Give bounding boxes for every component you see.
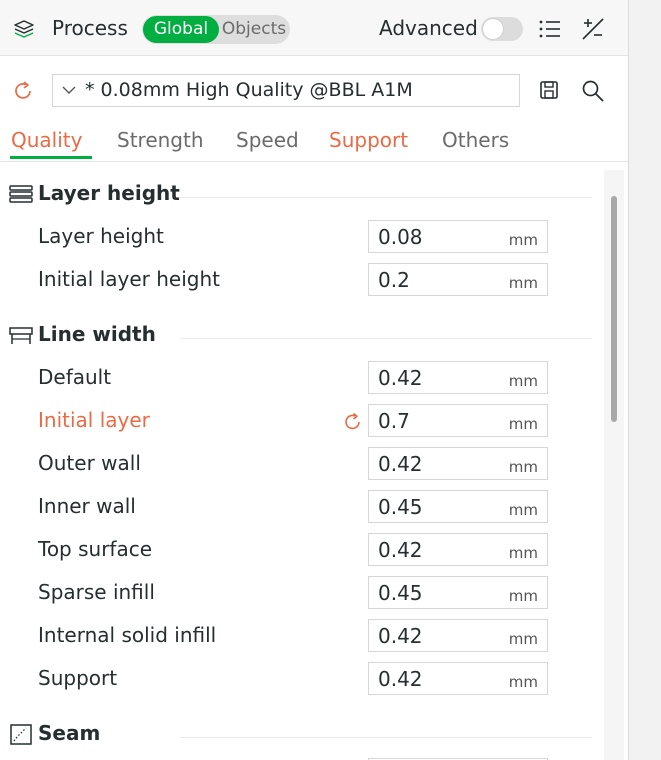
- tab-others[interactable]: Others: [442, 128, 509, 152]
- field-unit: mm: [508, 501, 538, 519]
- section-title: Seam: [38, 721, 101, 745]
- active-tab-indicator: [10, 156, 92, 159]
- scope-switch: Global Objects: [142, 15, 290, 44]
- field-value: 0.45: [378, 581, 423, 605]
- field-unit: mm: [508, 673, 538, 691]
- row-initial-layer-line-width: Initial layer 0.7 mm: [0, 404, 600, 438]
- process-layers-icon: [14, 20, 34, 38]
- field-value: 0.42: [378, 624, 423, 648]
- field-unit: mm: [508, 372, 538, 390]
- row-label: Top surface: [38, 537, 153, 561]
- row-support-line-width: Support 0.42 mm: [0, 662, 600, 696]
- section-line-width: Line width: [0, 318, 600, 352]
- field-value: 0.42: [378, 366, 423, 390]
- row-initial-layer-height: Initial layer height 0.2 mm: [0, 263, 600, 297]
- field-unit: mm: [508, 458, 538, 476]
- row-top-surface-line-width: Top surface 0.42 mm: [0, 533, 600, 567]
- row-label: Default: [38, 365, 112, 389]
- row-label: Layer height: [38, 224, 164, 248]
- row-layer-height: Layer height 0.08 mm: [0, 220, 600, 254]
- row-label: Inner wall: [38, 494, 136, 518]
- field-unit: mm: [508, 274, 538, 292]
- default-line-width-input[interactable]: 0.42 mm: [368, 361, 548, 394]
- initial-layer-line-width-input[interactable]: 0.7 mm: [368, 404, 548, 437]
- support-line-width-input[interactable]: 0.42 mm: [368, 662, 548, 695]
- row-label: Support: [38, 666, 118, 690]
- inner-wall-line-width-input[interactable]: 0.45 mm: [368, 490, 548, 523]
- compare-icon[interactable]: [580, 16, 606, 42]
- row-internal-solid-infill-line-width: Internal solid infill 0.42 mm: [0, 619, 600, 653]
- reset-icon[interactable]: [12, 80, 36, 102]
- right-panel-edge: [628, 0, 661, 760]
- advanced-toggle[interactable]: [481, 17, 523, 41]
- tab-speed[interactable]: Speed: [236, 128, 299, 152]
- chevron-down-icon: [62, 86, 76, 94]
- list-icon[interactable]: [538, 18, 562, 40]
- advanced-label: Advanced: [379, 16, 478, 40]
- tab-bar: Quality Strength Speed Support Others: [0, 122, 628, 162]
- field-value: 0.42: [378, 538, 423, 562]
- internal-solid-infill-line-width-input[interactable]: 0.42 mm: [368, 619, 548, 652]
- save-icon[interactable]: [538, 79, 560, 101]
- row-label: Internal solid infill: [38, 623, 217, 647]
- section-layer-height: Layer height: [0, 177, 600, 211]
- preset-dropdown[interactable]: * 0.08mm High Quality @BBL A1M: [52, 74, 520, 107]
- row-label: Initial layer height: [38, 267, 220, 291]
- field-value: 0.08: [378, 225, 423, 249]
- toggle-knob: [483, 19, 503, 39]
- preset-name: * 0.08mm High Quality @BBL A1M: [85, 79, 413, 101]
- row-default-line-width: Default 0.42 mm: [0, 361, 600, 395]
- tab-support[interactable]: Support: [329, 128, 408, 152]
- row-label: Outer wall: [38, 451, 141, 475]
- search-icon[interactable]: [580, 78, 606, 104]
- tab-quality[interactable]: Quality: [11, 128, 82, 152]
- initial-layer-height-input[interactable]: 0.2 mm: [368, 263, 548, 296]
- section-seam: Seam: [0, 717, 600, 751]
- reset-value-icon[interactable]: [342, 411, 364, 433]
- top-surface-line-width-input[interactable]: 0.42 mm: [368, 533, 548, 566]
- section-title: Line width: [38, 322, 156, 346]
- section-divider: [180, 338, 592, 339]
- process-panel: Process Global Objects Advanced * 0.08mm…: [0, 0, 628, 760]
- section-divider: [180, 737, 592, 738]
- scrollbar-thumb[interactable]: [611, 196, 617, 422]
- row-sparse-infill-line-width: Sparse infill 0.45 mm: [0, 576, 600, 610]
- row-label: Initial layer: [38, 408, 150, 432]
- tab-strength[interactable]: Strength: [117, 128, 204, 152]
- field-value: 0.42: [378, 667, 423, 691]
- sparse-infill-line-width-input[interactable]: 0.45 mm: [368, 576, 548, 609]
- section-title: Layer height: [38, 181, 180, 205]
- section-divider: [180, 197, 592, 198]
- field-unit: mm: [508, 415, 538, 433]
- field-value: 0.2: [378, 268, 410, 292]
- seam-icon: [10, 724, 32, 745]
- layer-height-input[interactable]: 0.08 mm: [368, 220, 548, 253]
- layer-height-icon: [9, 185, 33, 203]
- field-value: 0.7: [378, 409, 410, 433]
- outer-wall-line-width-input[interactable]: 0.42 mm: [368, 447, 548, 480]
- row-label: Sparse infill: [38, 580, 155, 604]
- field-unit: mm: [508, 630, 538, 648]
- row-outer-wall-line-width: Outer wall 0.42 mm: [0, 447, 600, 481]
- field-unit: mm: [508, 544, 538, 562]
- line-width-icon: [9, 327, 33, 344]
- scope-objects-button[interactable]: Objects: [220, 16, 288, 43]
- process-header: Process Global Objects Advanced: [0, 0, 628, 56]
- field-unit: mm: [508, 231, 538, 249]
- field-value: 0.42: [378, 452, 423, 476]
- process-title: Process: [52, 16, 128, 40]
- scope-global-button[interactable]: Global: [143, 16, 219, 43]
- field-value: 0.45: [378, 495, 423, 519]
- field-unit: mm: [508, 587, 538, 605]
- row-inner-wall-line-width: Inner wall 0.45 mm: [0, 490, 600, 524]
